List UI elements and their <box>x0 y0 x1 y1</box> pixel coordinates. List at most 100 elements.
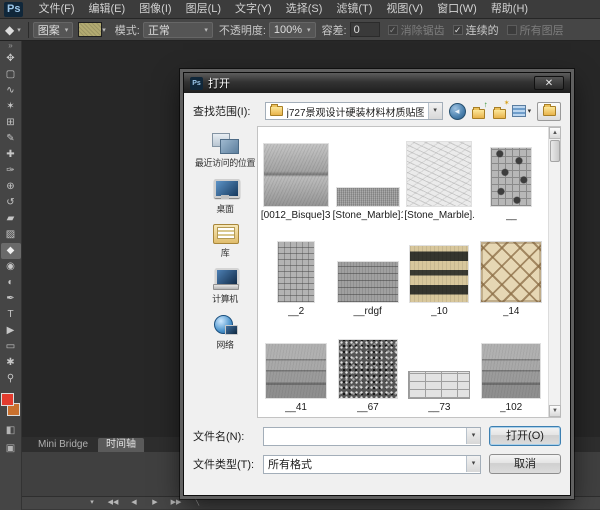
eyedropper-tool[interactable]: ✎ <box>1 131 21 147</box>
first-frame-icon[interactable]: ◀◀ <box>105 497 121 509</box>
brush-tool[interactable]: ✑ <box>1 163 21 179</box>
anti-alias-checkbox[interactable]: ✓ 消除锯齿 <box>388 22 445 38</box>
chevron-down-icon[interactable]: ▾ <box>466 456 480 472</box>
tab-timeline[interactable]: 时间轴 <box>98 438 144 452</box>
file-type-combobox[interactable]: 所有格式 ▾ <box>263 455 481 474</box>
menu-filter[interactable]: 滤镜(T) <box>329 0 379 18</box>
pattern-swatch[interactable] <box>78 22 102 37</box>
foreground-color-swatch[interactable] <box>1 393 14 406</box>
scroll-down-icon[interactable]: ▼ <box>549 405 561 417</box>
place-network[interactable]: 网络 <box>193 314 257 351</box>
crop-tool[interactable]: ⊞ <box>1 115 21 131</box>
file-item[interactable]: _102 <box>475 319 547 415</box>
file-thumbnail <box>407 142 471 206</box>
mode-value: 正常 <box>148 22 170 38</box>
look-in-value: j727景观设计硬装材料材质贴图 <box>287 104 424 119</box>
cancel-button[interactable]: 取消 <box>489 454 561 474</box>
new-folder-button[interactable]: ✶ <box>491 104 508 119</box>
file-item[interactable]: [0012_Bisque]3... <box>260 127 332 223</box>
previous-frame-icon[interactable]: ◀ <box>126 497 142 509</box>
file-item[interactable]: __67 <box>332 319 404 415</box>
menu-type[interactable]: 文字(Y) <box>228 0 279 18</box>
menu-help[interactable]: 帮助(H) <box>484 0 535 18</box>
shape-tool[interactable]: ▭ <box>1 339 21 355</box>
file-thumbnail <box>278 242 314 302</box>
screen-mode-icon[interactable]: ▣ <box>6 443 15 455</box>
back-button[interactable]: ◂ <box>449 103 466 120</box>
pattern-picker-caret-icon[interactable]: ▾ <box>102 26 106 34</box>
chevron-down-icon[interactable]: ▾ <box>466 428 480 444</box>
opacity-select[interactable]: 100% ▾ <box>269 22 316 38</box>
options-bar: ◆ ▾ 图案 ▾ ▾ 模式: 正常 ▾ 不透明度: 100% ▾ 容差: 0 ✓… <box>0 19 600 41</box>
up-one-level-button[interactable]: ↑ <box>470 104 487 119</box>
menu-select[interactable]: 选择(S) <box>279 0 330 18</box>
place-desktop[interactable]: 桌面 <box>193 178 257 215</box>
chevron-down-icon: ▾ <box>204 26 208 34</box>
file-name: _10 <box>431 306 448 317</box>
paint-bucket-tool[interactable]: ◆ <box>1 243 21 259</box>
hand-tool[interactable]: ✱ <box>1 355 21 371</box>
zoom-tool[interactable]: ⚲ <box>1 371 21 387</box>
chevron-down-icon[interactable]: ▾ <box>428 103 442 119</box>
place-recent[interactable]: 最近访问的位置 <box>193 132 257 169</box>
menu-image[interactable]: 图像(I) <box>132 0 178 18</box>
tool-preset-caret-icon[interactable]: ▾ <box>17 26 21 34</box>
quick-mask-icon[interactable]: ◧ <box>6 425 15 437</box>
file-name-combobox[interactable]: ▾ <box>263 427 481 446</box>
fill-source-select[interactable]: 图案 ▾ <box>33 22 74 38</box>
healing-brush-tool[interactable]: ✚ <box>1 147 21 163</box>
file-list-scrollbar[interactable]: ▲ ▼ <box>548 127 560 417</box>
toolbar-collapse-icon[interactable]: » <box>8 41 12 51</box>
magic-wand-tool[interactable]: ✶ <box>1 99 21 115</box>
play-icon[interactable]: ▶ <box>147 497 163 509</box>
file-item[interactable]: _14 <box>475 223 547 319</box>
place-computer[interactable]: 计算机 <box>193 268 257 305</box>
clone-stamp-tool[interactable]: ⊕ <box>1 179 21 195</box>
contiguous-checkbox[interactable]: ✓ 连续的 <box>453 22 499 38</box>
paint-bucket-icon[interactable]: ◆ <box>5 23 14 37</box>
gradient-tool[interactable]: ▨ <box>1 227 21 243</box>
view-menu-button[interactable]: ▾ <box>512 105 532 117</box>
menu-layer[interactable]: 图层(L) <box>179 0 228 18</box>
mode-select[interactable]: 正常 ▾ <box>143 22 213 38</box>
tab-mini-bridge[interactable]: Mini Bridge <box>30 438 96 452</box>
file-item[interactable]: __73 <box>404 319 476 415</box>
all-layers-checkbox[interactable]: 所有图层 <box>507 22 564 38</box>
type-tool[interactable]: T <box>1 307 21 323</box>
scrollbar-thumb[interactable] <box>550 140 560 162</box>
eraser-tool[interactable]: ▰ <box>1 211 21 227</box>
tween-icon[interactable]: ╲ <box>189 497 205 509</box>
history-brush-tool[interactable]: ↺ <box>1 195 21 211</box>
marquee-tool[interactable]: ▢ <box>1 67 21 83</box>
pen-tool[interactable]: ✒ <box>1 291 21 307</box>
file-item[interactable]: __2 <box>260 223 332 319</box>
frame-options-icon[interactable]: ▾ <box>84 497 100 509</box>
file-item[interactable]: [Stone_Marble]... <box>404 127 476 223</box>
dialog-title-bar[interactable]: Ps 打开 ✕ <box>184 73 570 93</box>
next-frame-icon[interactable]: ▶▶ <box>168 497 184 509</box>
dodge-tool[interactable]: ◐ <box>1 275 21 291</box>
menu-window[interactable]: 窗口(W) <box>430 0 484 18</box>
move-tool[interactable]: ✥ <box>1 51 21 67</box>
look-in-combobox[interactable]: j727景观设计硬装材料材质贴图 ▾ <box>265 102 443 120</box>
scroll-up-icon[interactable]: ▲ <box>549 127 561 139</box>
open-button[interactable]: 打开(O) <box>489 426 561 446</box>
file-item[interactable]: _10 <box>404 223 476 319</box>
file-item[interactable]: __ <box>475 127 547 223</box>
lasso-tool[interactable]: ∿ <box>1 83 21 99</box>
path-select-tool[interactable]: ▶ <box>1 323 21 339</box>
places-sidebar: 最近访问的位置 桌面 库 计算机 <box>193 126 257 418</box>
file-item[interactable]: [Stone_Marble]1 <box>332 127 404 223</box>
blur-tool[interactable]: ◉ <box>1 259 21 275</box>
menu-view[interactable]: 视图(V) <box>379 0 430 18</box>
place-libraries[interactable]: 库 <box>193 224 257 259</box>
file-item[interactable]: __41 <box>260 319 332 415</box>
menu-file[interactable]: 文件(F) <box>31 0 81 18</box>
tolerance-input[interactable]: 0 <box>350 22 380 37</box>
file-name-label: 文件名(N): <box>193 428 255 444</box>
preview-toggle-button[interactable] <box>537 102 561 121</box>
photoshop-dialog-icon: Ps <box>190 77 203 90</box>
file-item[interactable]: __rdgf <box>332 223 404 319</box>
menu-edit[interactable]: 编辑(E) <box>82 0 133 18</box>
close-button[interactable]: ✕ <box>534 76 564 90</box>
